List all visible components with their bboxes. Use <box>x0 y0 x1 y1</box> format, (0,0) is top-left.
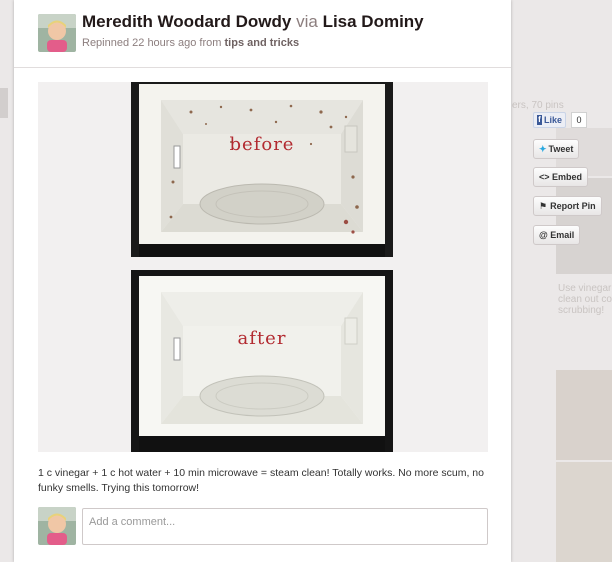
repinned-time: Repinned 22 hours ago from <box>82 37 222 49</box>
after-photo: after <box>131 270 393 452</box>
like-count: 0 <box>571 112 587 128</box>
before-label: before <box>229 134 295 155</box>
before-photo: before <box>131 82 393 257</box>
pinner-name-link[interactable]: Meredith Woodard Dowdy <box>82 12 291 31</box>
pin-attribution: Meredith Woodard Dowdy via Lisa Dominy <box>82 12 424 32</box>
microwave-before-image <box>131 82 393 257</box>
via-text: via <box>296 12 318 31</box>
after-label: after <box>237 328 287 349</box>
tweet-label: Tweet <box>548 144 574 154</box>
pin-image[interactable]: before after <box>38 82 488 452</box>
background-pins-count: ers, 70 pins <box>512 100 564 111</box>
twitter-bird-icon: ✦ <box>539 143 547 154</box>
background-caption: Use vinegar a clean out coo scrubbing! <box>558 283 612 316</box>
flag-icon: ⚑ <box>539 200 548 211</box>
pinner-avatar[interactable] <box>38 14 76 52</box>
background-tile <box>556 462 612 562</box>
pin-header: Meredith Woodard Dowdy via Lisa Dominy R… <box>14 0 511 68</box>
pin-card: Meredith Woodard Dowdy via Lisa Dominy R… <box>14 0 511 562</box>
commenter-avatar <box>38 507 76 545</box>
repin-info: Repinned 22 hours ago from tips and tric… <box>82 37 299 49</box>
avatar-image <box>38 14 76 52</box>
microwave-after-image <box>131 270 393 452</box>
email-button[interactable]: @ Email <box>533 225 581 245</box>
facebook-icon: f <box>537 115 542 125</box>
avatar-image <box>38 507 76 545</box>
facebook-like-button[interactable]: f Like <box>533 112 566 128</box>
embed-button[interactable]: <> Embed <box>533 167 589 187</box>
pin-description: 1 c vinegar + 1 c hot water + 10 min mic… <box>38 467 484 494</box>
report-pin-button[interactable]: ⚑ Report Pin <box>533 196 602 216</box>
source-name-link[interactable]: Lisa Dominy <box>323 12 424 31</box>
like-label: Like <box>543 115 562 125</box>
report-label: Report Pin <box>550 201 596 211</box>
comment-input[interactable]: Add a comment... <box>82 508 488 545</box>
email-label: @ Email <box>539 230 575 240</box>
board-link[interactable]: tips and tricks <box>225 37 300 49</box>
embed-label: <> Embed <box>539 172 583 182</box>
background-tile <box>556 370 612 460</box>
tweet-button[interactable]: ✦ Tweet <box>533 139 580 159</box>
background-tile <box>0 88 8 118</box>
